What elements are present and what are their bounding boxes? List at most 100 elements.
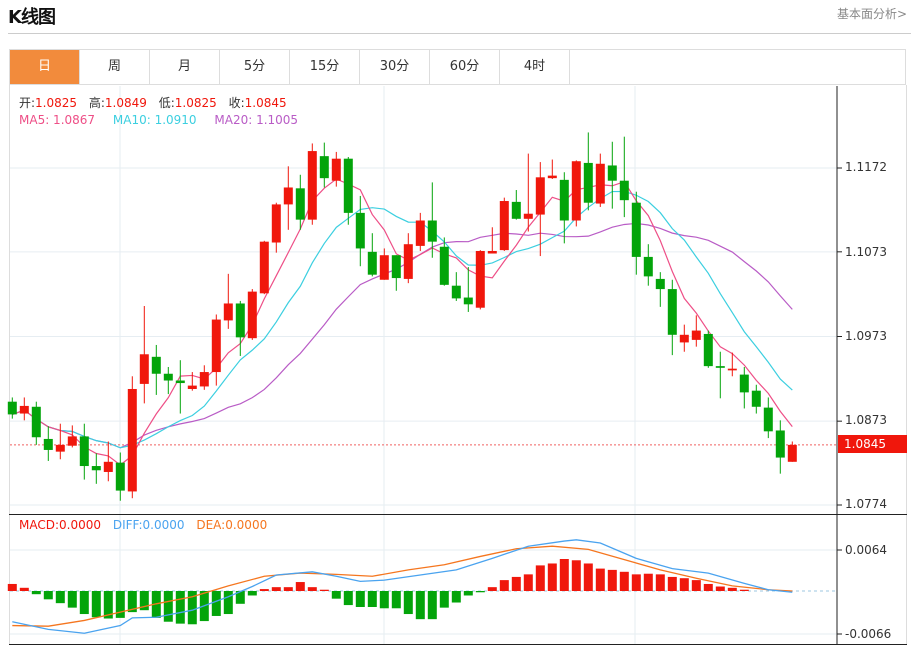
macd-bar [319,589,329,591]
candle-up [679,334,689,343]
ohlc-readout: 开:1.0825 高:1.0849 低:1.0825 收:1.0845 [19,94,295,111]
candle-down [235,303,245,338]
macd-tick: 0.0064 [845,543,887,557]
candle-down [91,466,101,471]
macd-bar [283,587,293,591]
macd-bar [343,591,353,606]
candle-up [727,368,737,371]
candle-down [619,180,629,201]
candle-up [571,161,581,221]
candle-down [775,430,785,458]
macd-bar [415,591,425,620]
close-value: 1.0845 [244,96,287,110]
macd-bar [67,591,77,608]
macd-bar [307,587,317,591]
candle-down [43,438,53,450]
candle-down [751,390,761,407]
macd-bar [679,578,689,591]
macd-bar [715,586,725,591]
candle-down [667,289,677,335]
macd-bar [643,573,653,591]
candle-up [475,250,485,308]
price-tick: 1.0774 [845,497,887,511]
macd-bar [163,591,173,622]
macd-bar [703,583,713,591]
candle-down [115,462,125,491]
macd-bar [487,587,497,591]
candle-up [199,372,209,387]
macd-bar [55,591,65,604]
candle-down [631,202,641,257]
macd-bar [475,591,485,593]
close-label: 收: [228,96,245,110]
candle-up [379,255,389,280]
candle-down [355,212,365,249]
macd-bar [91,591,101,618]
macd-bar [607,569,617,591]
macd-bar [619,571,629,591]
price-tick: 1.0973 [845,329,887,343]
candle-up [223,303,233,321]
candle-down [319,156,329,179]
macd-bar [511,576,521,591]
macd-bar [583,563,593,591]
candle-up [139,354,149,384]
candle-down [151,356,161,374]
macd-readout: MACD:0.0000 DIFF:0.0000 DEA:0.0000 [19,518,275,532]
candle-down [511,201,521,219]
candle-down [655,278,665,290]
macd-bar [463,591,473,596]
low-value: 1.0825 [174,96,217,110]
candle-down [703,333,713,367]
macd-bar [115,591,125,618]
candle-down [163,373,173,381]
macd-bar [331,591,341,599]
macd-bar [655,574,665,591]
macd-bar [43,591,53,600]
macd-bar [667,576,677,591]
macd-bar [379,591,389,609]
macd-bar [547,563,557,591]
candle-down [715,366,725,368]
candle-up [787,444,797,462]
macd-bar [355,591,365,607]
macd-bar [739,589,749,591]
macd-bar [535,565,545,591]
macd-bar [427,591,437,620]
macd-bar [175,591,185,624]
macd-bar [391,591,401,609]
macd-bar [523,574,533,591]
macd-tick: -0.0066 [845,627,892,641]
ma-readout: MA5: 1.0867 MA10: 1.0910 MA20: 1.1005 [19,113,306,127]
candle-down [559,179,569,221]
macd-bar [295,582,305,591]
macd-bar [271,587,281,591]
dea-value: DEA:0.0000 [196,518,268,532]
candle-down [175,380,185,384]
macd-bar [691,580,701,591]
price-tick: 1.1172 [845,160,887,174]
candle-down [463,297,473,305]
open-value: 1.0825 [35,96,78,110]
macd-bar [7,583,17,591]
candle-down [739,374,749,393]
candle-down [763,407,773,432]
candle-down [79,436,89,467]
macd-bar [631,574,641,591]
candle-up [187,385,197,389]
macd-bar [247,591,257,596]
candle-up [127,388,137,492]
macd-bar [439,591,449,608]
candle-down [643,256,653,277]
candle-up [271,204,281,243]
macd-bar [367,591,377,607]
candle-down [7,401,17,415]
candle-up [55,444,65,452]
candle-down [439,246,449,285]
candle-up [535,177,545,215]
macd-bar [403,591,413,615]
macd-bar [559,559,569,591]
candle-down [583,162,593,203]
candle-down [427,220,437,242]
price-tick: 1.0873 [845,413,887,427]
